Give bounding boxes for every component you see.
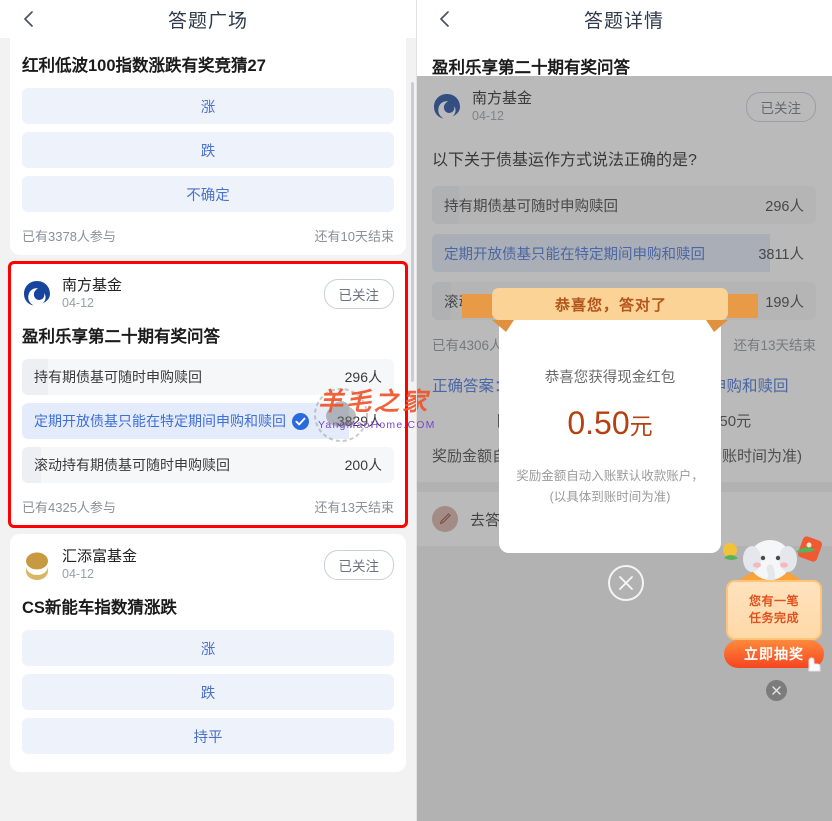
check-circle-icon	[292, 412, 309, 430]
promo-line-1: 您有一笔	[748, 594, 799, 608]
follow-button[interactable]: 已关注	[323, 550, 394, 580]
option-row[interactable]: 涨	[22, 630, 394, 666]
hand-pointer-icon	[808, 657, 821, 672]
option-row[interactable]: 滚动持有期债基可随时申购赎回 200人	[22, 447, 394, 483]
nanfang-fund-logo-icon	[22, 279, 52, 309]
quiz-card-title: 盈利乐享第二十期有奖问答	[22, 328, 220, 346]
left-navbar: 答题广场	[0, 0, 416, 38]
promo-line-2: 任务完成	[748, 611, 799, 625]
scrollbar-thumb[interactable]	[411, 82, 414, 382]
feed-list[interactable]: 红利低波100指数涨跌有奖竞猜27 涨 跌 不确定 已有3378人参与 还有10…	[0, 38, 416, 821]
option-row[interactable]: 跌	[22, 132, 394, 168]
option-label: 持平	[193, 729, 223, 746]
remaining-time: 还有13天结束	[314, 500, 394, 515]
option-label: 涨	[200, 641, 216, 658]
quiz-card-header: 南方基金 04-12 已关注	[22, 277, 394, 311]
option-row[interactable]: 持有期债基可随时申购赎回 296人	[22, 359, 394, 395]
org-date: 04-12	[62, 567, 94, 581]
option-row-selected[interactable]: 定期开放债基只能在特定期间申购和赎回 3829人	[22, 403, 394, 439]
option-row[interactable]: 不确定	[22, 176, 394, 212]
participants-count: 已有4325人参与	[22, 500, 116, 515]
prize-subtitle: 恭喜您获得现金红包	[544, 370, 676, 386]
option-row[interactable]: 涨	[22, 88, 394, 124]
option-label: 涨	[200, 99, 216, 116]
org-info: 南方基金 04-12	[62, 277, 324, 311]
detail-title: 盈利乐享第二十期有奖问答	[432, 59, 630, 77]
remaining-time: 还有10天结束	[314, 229, 394, 244]
option-label: 持有期债基可随时申购赎回	[34, 369, 202, 385]
org-name: 汇添富基金	[62, 548, 138, 565]
close-circle-icon[interactable]	[608, 565, 644, 601]
option-vote-count: 3829人	[336, 413, 382, 429]
quiz-card[interactable]: 红利低波100指数涨跌有奖竞猜27 涨 跌 不确定 已有3378人参与 还有10…	[10, 38, 406, 255]
huitianfu-fund-logo-icon: CUAM	[22, 550, 52, 580]
page-title: 答题广场	[167, 10, 248, 32]
option-row[interactable]: 跌	[22, 674, 394, 710]
option-label: 跌	[200, 685, 216, 702]
quiz-card-title: CS新能车指数猜涨跌	[22, 599, 177, 617]
option-vote-count: 200人	[344, 457, 382, 473]
prize-amount: 0.50元	[567, 405, 652, 442]
back-icon[interactable]	[434, 8, 456, 30]
prize-amount-unit: 元	[629, 413, 653, 439]
page-title: 答题详情	[583, 10, 664, 32]
quiz-card[interactable]: CUAM 汇添富基金 04-12 已关注 CS新能车指数猜涨跌 涨 跌 持平	[10, 534, 406, 772]
app-screen: 答题广场 红利低波100指数涨跌有奖竞猜27 涨 跌 不确定 已有3378人参与…	[0, 0, 832, 821]
participants-count: 已有3378人参与	[22, 229, 116, 244]
option-row[interactable]: 持平	[22, 718, 394, 754]
panel-divider	[416, 0, 417, 821]
prize-note: 奖励金额自动入账默认收款账户， (以具体到账时间为准)	[502, 466, 718, 508]
prize-modal: 恭喜您获得现金红包 0.50元 奖励金额自动入账默认收款账户， (以具体到账时间…	[499, 318, 721, 553]
quiz-card-title: 红利低波100指数涨跌有奖竞猜27	[22, 57, 266, 75]
right-navbar: 答题详情	[416, 0, 832, 38]
org-date: 04-12	[62, 296, 94, 310]
org-info: 汇添富基金 04-12	[62, 548, 324, 582]
prize-amount-value: 0.50	[567, 405, 630, 441]
close-small-icon[interactable]	[766, 680, 787, 701]
option-label: 滚动持有期债基可随时申购赎回	[34, 457, 230, 473]
promo-message-card: 您有一笔 任务完成	[726, 580, 822, 640]
option-label: 不确定	[186, 187, 230, 204]
lottery-promo-widget[interactable]: 您有一笔 任务完成 立即抽奖	[712, 528, 828, 701]
svg-text:CUAM: CUAM	[29, 569, 46, 575]
quiz-card-highlighted[interactable]: 南方基金 04-12 已关注 盈利乐享第二十期有奖问答 持有期债基可随时申购赎回…	[8, 261, 408, 528]
back-icon[interactable]	[18, 8, 40, 30]
option-vote-count: 296人	[344, 369, 382, 385]
left-panel-answer-plaza: 答题广场 红利低波100指数涨跌有奖竞猜27 涨 跌 不确定 已有3378人参与…	[0, 0, 416, 821]
org-name: 南方基金	[62, 277, 123, 294]
option-label: 定期开放债基只能在特定期间申购和赎回	[34, 413, 286, 429]
follow-button[interactable]: 已关注	[323, 279, 394, 309]
quiz-card-header: CUAM 汇添富基金 04-12 已关注	[22, 548, 394, 582]
quiz-card-footer: 已有3378人参与 还有10天结束	[22, 220, 394, 245]
prize-note-line1: 奖励金额自动入账默认收款账户，	[516, 469, 704, 483]
quiz-card-footer: 已有4325人参与 还有13天结束	[22, 491, 394, 516]
prize-note-line2: (以具体到账时间为准)	[549, 490, 671, 504]
option-label: 跌	[200, 143, 216, 160]
